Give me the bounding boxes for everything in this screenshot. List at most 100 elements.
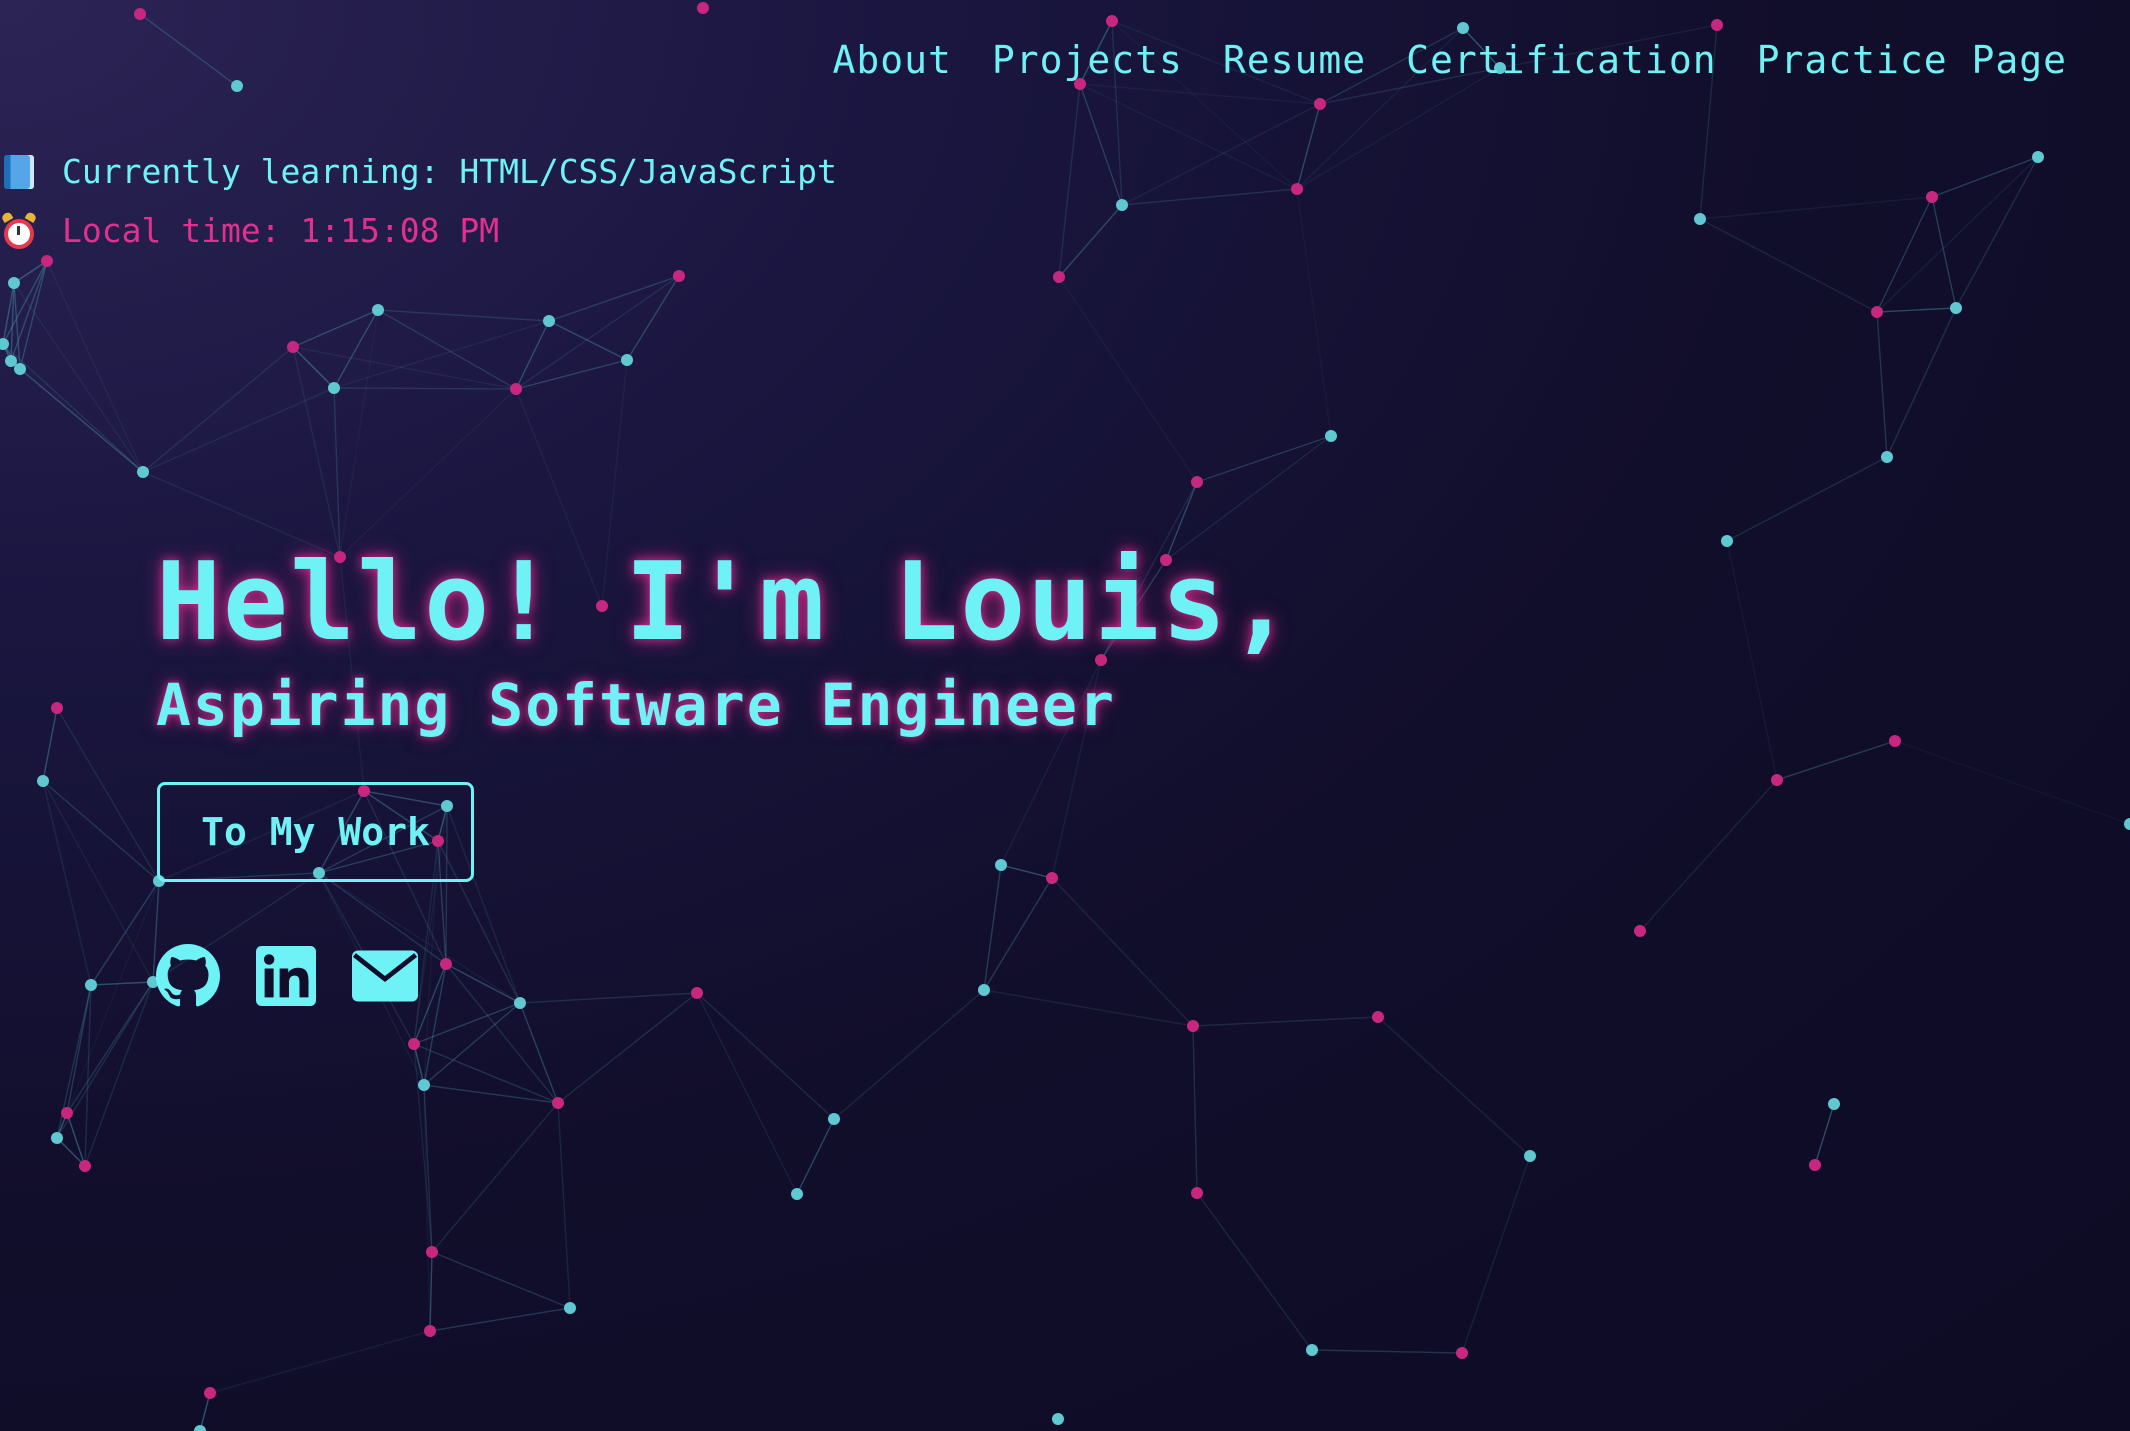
network-node <box>1871 306 1883 318</box>
network-link <box>42 780 92 986</box>
email-icon[interactable] <box>352 950 418 1006</box>
network-link <box>90 981 154 986</box>
network-link <box>429 1251 433 1332</box>
network-node <box>426 1246 438 1258</box>
social-links <box>156 944 418 1012</box>
network-link <box>2 343 144 473</box>
network-node <box>372 304 384 316</box>
network-link <box>1000 864 1053 879</box>
network-link <box>1886 307 1957 458</box>
network-node <box>1634 925 1646 937</box>
network-node <box>204 1387 216 1399</box>
nav-projects[interactable]: Projects <box>992 38 1183 82</box>
network-node <box>1881 451 1893 463</box>
network-link <box>413 1043 433 1253</box>
network-node <box>691 987 703 999</box>
network-node <box>408 1038 420 1050</box>
network-link <box>1876 311 1888 458</box>
local-time-text: Local time: 1:15:08 PM <box>62 211 500 250</box>
local-time-status: Local time: 1:15:08 PM <box>4 211 499 250</box>
network-node <box>1950 302 1962 314</box>
network-link <box>431 1102 559 1253</box>
network-link <box>1196 1192 1313 1351</box>
network-link <box>1955 156 2039 309</box>
linkedin-icon[interactable] <box>256 946 316 1010</box>
nav-certification[interactable]: Certification <box>1406 38 1716 82</box>
nav-resume[interactable]: Resume <box>1223 38 1366 82</box>
network-node <box>51 1132 63 1144</box>
network-node <box>231 80 243 92</box>
network-node <box>1711 19 1723 31</box>
network-node <box>1191 476 1203 488</box>
network-node <box>1721 535 1733 547</box>
network-link <box>1776 740 1896 781</box>
network-link <box>445 963 521 1004</box>
network-node <box>1116 199 1128 211</box>
network-link <box>42 780 154 983</box>
network-node <box>41 255 53 267</box>
network-link <box>19 260 48 370</box>
network-link <box>377 309 550 322</box>
network-link <box>519 992 698 1004</box>
network-node <box>85 979 97 991</box>
network-node <box>287 341 299 353</box>
network-link <box>1058 204 1123 278</box>
network-link <box>142 346 294 473</box>
network-link <box>423 1002 521 1086</box>
network-link <box>1814 1103 1835 1166</box>
network-link <box>13 282 144 473</box>
nav-about[interactable]: About <box>832 38 951 82</box>
network-link <box>696 992 835 1120</box>
network-node <box>37 775 49 787</box>
network-node <box>564 1302 576 1314</box>
network-node <box>194 1425 206 1431</box>
network-link <box>339 388 517 558</box>
network-node <box>791 1188 803 1200</box>
github-icon[interactable] <box>156 944 220 1012</box>
network-node <box>1926 191 1938 203</box>
network-link <box>46 260 144 473</box>
network-link <box>1876 307 1957 313</box>
network-link <box>1058 83 1081 278</box>
network-link <box>209 1330 431 1394</box>
learning-status: Currently learning: HTML/CSS/JavaScript <box>4 152 837 191</box>
network-link <box>292 309 379 348</box>
network-node <box>1809 1159 1821 1171</box>
network-link <box>292 346 341 558</box>
network-node <box>995 859 1007 871</box>
book-icon <box>4 154 34 189</box>
network-link <box>1296 188 1332 437</box>
network-link <box>1639 779 1778 932</box>
network-node <box>1372 1011 1384 1023</box>
nav-practice-page[interactable]: Practice Page <box>1757 38 2067 82</box>
network-link <box>56 707 160 882</box>
network-node <box>5 355 17 367</box>
network-node <box>424 1325 436 1337</box>
network-node <box>2124 818 2130 830</box>
network-link <box>1931 156 2039 198</box>
network-node <box>137 466 149 478</box>
network-node <box>1106 15 1118 27</box>
network-link <box>696 992 798 1195</box>
network-link <box>339 309 379 558</box>
network-link <box>1876 196 1933 313</box>
network-link <box>1192 1016 1379 1027</box>
to-my-work-button[interactable]: To My Work <box>157 782 474 882</box>
network-node <box>1291 183 1303 195</box>
network-node <box>1314 98 1326 110</box>
network-link <box>90 880 160 986</box>
network-node <box>134 8 146 20</box>
network-node <box>2032 151 2044 163</box>
network-link <box>796 1118 835 1195</box>
network-link <box>1931 196 1957 309</box>
top-nav: About Projects Resume Certification Prac… <box>832 38 2067 82</box>
network-node <box>1046 872 1058 884</box>
network-link <box>515 359 628 390</box>
network-link <box>515 320 550 390</box>
network-link <box>413 1002 521 1045</box>
network-link <box>1058 276 1198 483</box>
network-link <box>42 707 58 782</box>
network-link <box>1192 1025 1198 1194</box>
network-node <box>978 984 990 996</box>
network-link <box>413 1043 559 1104</box>
